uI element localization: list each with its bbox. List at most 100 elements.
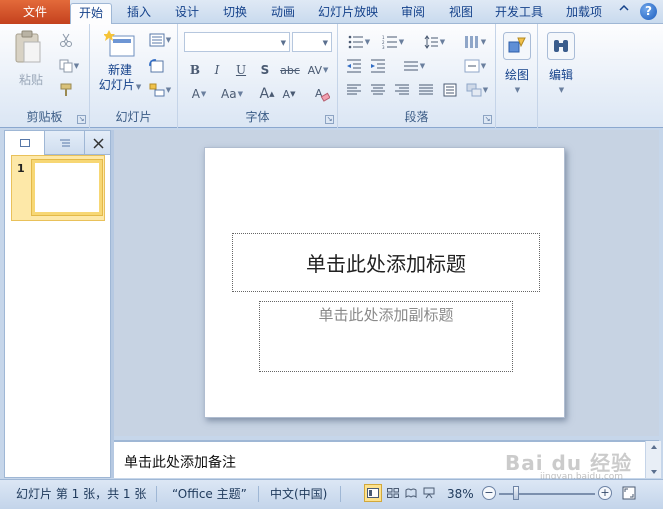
drawing-label: 绘图 <box>504 68 529 82</box>
close-panel-icon[interactable] <box>89 134 107 152</box>
zoom-slider-thumb[interactable] <box>513 486 519 500</box>
text-direction-icon[interactable]: ▼ <box>400 56 428 76</box>
bold-button[interactable]: B <box>186 60 204 80</box>
copy-icon[interactable]: ▼ <box>56 56 82 76</box>
slideshow-view-icon[interactable] <box>420 484 438 502</box>
increase-indent-icon[interactable] <box>368 56 388 76</box>
shrink-font-button[interactable]: A ▼ <box>280 84 298 104</box>
tab-file[interactable]: 文件 <box>0 0 70 24</box>
slide-canvas[interactable]: 单击此处添加标题 单击此处添加副标题 <box>204 147 565 418</box>
new-slide-icon <box>103 30 135 57</box>
slides-panel: 1 <box>4 130 111 478</box>
tab-view[interactable]: 视图 <box>440 3 482 24</box>
svg-text:3: 3 <box>382 45 385 49</box>
align-left-icon[interactable] <box>344 80 364 100</box>
zoom-level[interactable]: 38% <box>447 484 474 504</box>
section-icon[interactable]: ▼ <box>146 80 174 100</box>
tab-insert[interactable]: 插入 <box>118 3 160 24</box>
change-case-button[interactable]: Aa ▼ <box>218 84 246 104</box>
font-color-button[interactable]: A ▼ <box>186 84 212 104</box>
zoom-in-icon[interactable]: + <box>598 486 612 500</box>
layout-icon[interactable]: ▼ <box>146 30 174 50</box>
underline-button[interactable]: U <box>232 60 250 80</box>
tab-animations[interactable]: 动画 <box>262 3 304 24</box>
new-slide-label-2: 幻灯片▼ <box>98 78 142 92</box>
numbering-icon[interactable]: 1 2 3 ▼ <box>378 32 408 52</box>
notes-scrollbar[interactable] <box>645 441 661 478</box>
tab-transitions[interactable]: 切换 <box>214 3 256 24</box>
editing-button[interactable]: 编辑 ▼ <box>546 32 576 94</box>
reading-view-icon[interactable] <box>402 484 420 502</box>
slide-thumbnail-icon <box>19 139 30 147</box>
group-drawing: 绘图 ▼ <box>496 24 538 128</box>
distributed-icon[interactable] <box>440 80 460 100</box>
bullets-icon[interactable]: ▼ <box>344 32 374 52</box>
editing-label: 编辑 <box>548 68 573 82</box>
fit-to-window-icon[interactable] <box>620 484 638 502</box>
drawing-shapes-icon <box>503 32 531 60</box>
justify-icon[interactable] <box>416 80 436 100</box>
slide-sorter-view-icon[interactable] <box>384 484 402 502</box>
group-slides: 新建 幻灯片▼ ▼ ▼ 幻灯片 <box>90 24 178 128</box>
align-center-icon[interactable] <box>368 80 388 100</box>
slide-editing-area: 单击此处添加标题 单击此处添加副标题 <box>114 130 659 436</box>
status-separator <box>340 486 341 502</box>
group-font: ▼ ▼ B I U S abc AV ▼ A ▼ Aa ▼ A ▲ A ▼ A 字体 ↘ <box>178 24 338 128</box>
status-slide-info: 幻灯片 第 1 张，共 1 张 <box>16 487 147 501</box>
group-editing: 编辑 ▼ <box>538 24 584 128</box>
align-right-icon[interactable] <box>392 80 412 100</box>
drawing-button[interactable]: 绘图 ▼ <box>502 32 532 94</box>
tab-home[interactable]: 开始 <box>70 3 112 25</box>
minimize-ribbon-icon[interactable] <box>618 2 630 17</box>
group-clipboard: 粘贴 ▼ 剪贴板 ↘ <box>0 24 90 128</box>
paragraph-group-label: 段落 <box>404 110 429 124</box>
status-separator <box>156 486 157 502</box>
font-launcher-icon[interactable]: ↘ <box>325 115 334 124</box>
group-paragraph: ▼ 1 2 3 ▼ ▼ ▼ ▼ ▼ ▼ 段落 ↘ <box>338 24 496 128</box>
tab-review[interactable]: 审阅 <box>392 3 434 24</box>
line-spacing-icon[interactable]: ▼ <box>420 32 448 52</box>
normal-view-icon[interactable] <box>364 484 382 502</box>
tab-design[interactable]: 设计 <box>166 3 208 24</box>
paste-button[interactable]: 粘贴 <box>12 30 50 88</box>
status-language[interactable]: 中文(中国) <box>270 484 327 504</box>
status-theme[interactable]: “Office 主题” <box>172 484 247 504</box>
slide-thumbnail-number: 1 <box>17 162 25 175</box>
tab-slides-thumbnails[interactable] <box>5 131 45 155</box>
tab-outline[interactable] <box>45 131 85 155</box>
align-text-icon[interactable]: ▼ <box>460 56 490 76</box>
new-slide-button[interactable]: 新建 幻灯片▼ <box>98 30 142 95</box>
zoom-out-icon[interactable]: − <box>482 486 496 500</box>
slide-thumbnail[interactable] <box>32 160 102 215</box>
title-placeholder[interactable]: 单击此处添加标题 <box>232 233 540 292</box>
italic-button[interactable]: I <box>208 60 226 80</box>
strikethrough-button[interactable]: abc <box>278 60 302 80</box>
outline-icon <box>59 139 70 147</box>
char-spacing-button[interactable]: AV ▼ <box>304 60 332 80</box>
grow-font-button[interactable]: A ▲ <box>258 84 276 104</box>
clipboard-group-label: 剪贴板 <box>26 110 63 124</box>
format-painter-icon[interactable] <box>56 80 76 100</box>
tab-slideshow[interactable]: 幻灯片放映 <box>311 3 385 24</box>
tab-addins[interactable]: 加载项 <box>558 3 610 24</box>
binoculars-icon <box>547 32 575 60</box>
slides-panel-tabs <box>5 131 110 155</box>
slides-group-label: 幻灯片 <box>115 110 152 124</box>
paste-label: 粘贴 <box>18 73 43 87</box>
paragraph-launcher-icon[interactable]: ↘ <box>483 115 492 124</box>
font-name-combo[interactable]: ▼ <box>184 32 290 52</box>
subtitle-placeholder[interactable]: 单击此处添加副标题 <box>259 301 513 372</box>
columns-icon[interactable]: ▼ <box>460 32 490 52</box>
cut-icon[interactable] <box>56 30 76 50</box>
reset-slide-icon[interactable] <box>146 56 166 76</box>
tab-developer[interactable]: 开发工具 <box>488 3 550 24</box>
clear-format-icon[interactable]: A <box>312 84 332 104</box>
help-icon[interactable]: ? <box>640 3 657 20</box>
font-size-combo[interactable]: ▼ <box>292 32 332 52</box>
smartart-icon[interactable]: ▼ <box>462 80 492 100</box>
font-group-label: 字体 <box>245 110 270 124</box>
paste-icon <box>15 30 41 63</box>
clipboard-launcher-icon[interactable]: ↘ <box>77 115 86 124</box>
shadow-button[interactable]: S <box>256 60 274 80</box>
decrease-indent-icon[interactable] <box>344 56 364 76</box>
